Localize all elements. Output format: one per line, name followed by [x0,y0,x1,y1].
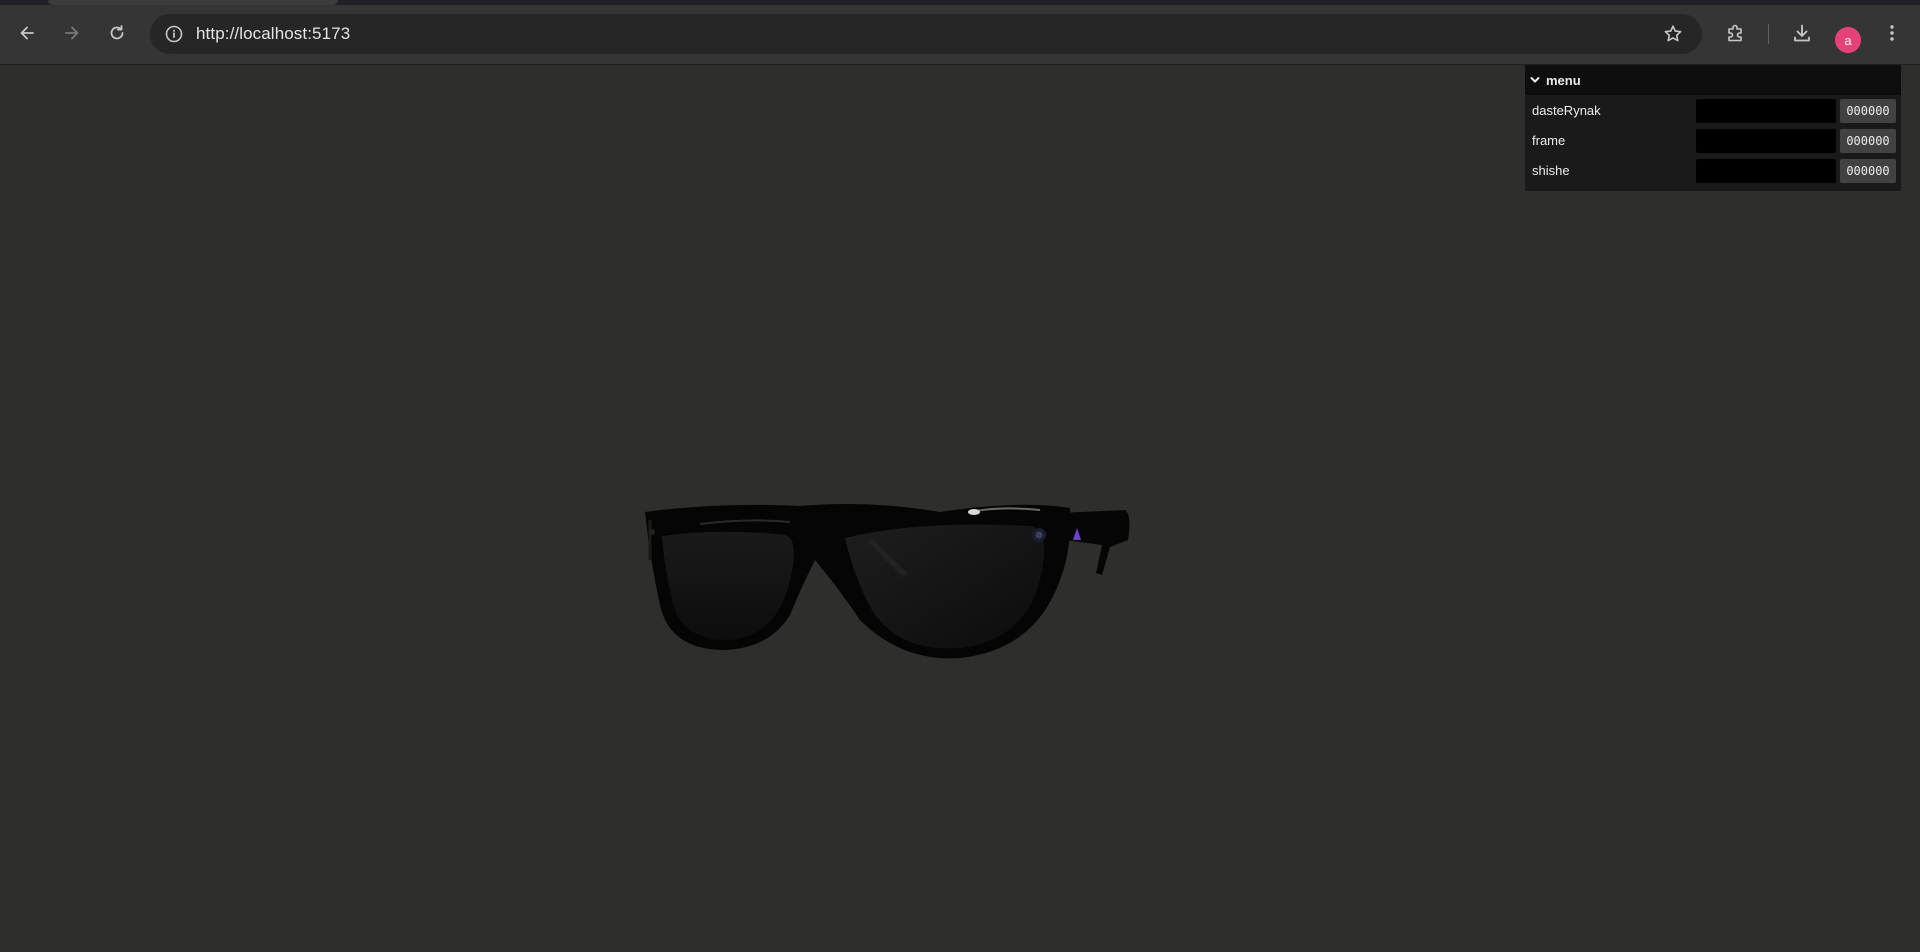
control-label: dasteRynak [1532,103,1601,118]
gui-folder-header[interactable]: menu [1525,65,1901,95]
address-bar[interactable]: http://localhost:5173 [150,14,1702,54]
hex-input[interactable]: 000000 [1840,99,1896,123]
color-control-shishe: shishe 000000 [1525,155,1901,185]
color-swatch[interactable] [1696,129,1836,153]
sunglasses-model [640,440,1130,680]
url-text[interactable]: http://localhost:5173 [196,24,350,44]
arrow-left-icon [17,23,37,43]
star-icon[interactable] [1662,23,1684,45]
kebab-menu-icon [1882,23,1902,43]
color-swatch[interactable] [1696,99,1836,123]
hex-input[interactable]: 000000 [1840,159,1896,183]
hex-input[interactable]: 000000 [1840,129,1896,153]
browser-menu-button[interactable] [1878,19,1906,47]
reload-button[interactable] [103,19,131,47]
toolbar-divider [1768,24,1769,44]
control-label: shishe [1532,163,1570,178]
forward-button[interactable] [58,19,86,47]
chevron-down-icon [1530,75,1540,85]
color-swatch[interactable] [1696,159,1836,183]
color-control-dasterynak: dasteRynak 000000 [1525,95,1901,125]
info-icon[interactable] [162,22,186,46]
browser-toolbar: http://localhost:5173 a [0,5,1920,65]
profile-avatar[interactable]: a [1835,27,1861,53]
gui-title: menu [1546,72,1581,88]
arrow-right-icon [62,23,82,43]
reload-icon [107,23,127,43]
back-button[interactable] [13,19,41,47]
download-icon [1791,22,1813,44]
downloads-button[interactable] [1788,19,1816,47]
gui-panel: menu dasteRynak 000000 frame 000000 shis… [1525,65,1901,191]
puzzle-icon [1725,22,1747,44]
extensions-button[interactable] [1722,19,1750,47]
control-label: frame [1532,133,1566,148]
color-control-frame: frame 000000 [1525,125,1901,155]
